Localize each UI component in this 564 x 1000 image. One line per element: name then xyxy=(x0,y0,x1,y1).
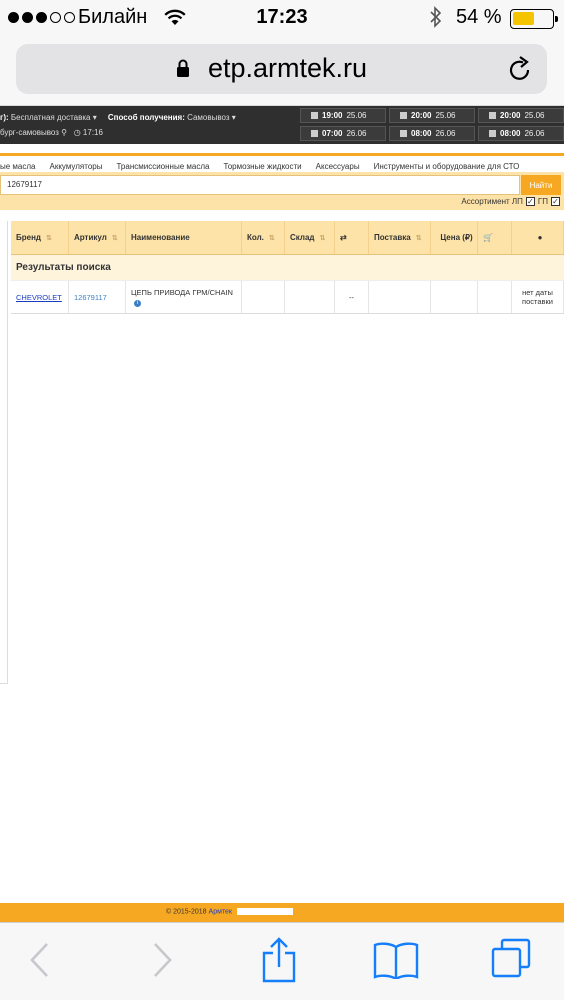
table-header: Бренд ⇅ Артикул ⇅ Наименование Кол. ⇅ Склад… xyxy=(11,221,564,255)
forward-icon[interactable] xyxy=(150,941,174,979)
people-icon xyxy=(489,130,496,137)
battery-icon xyxy=(510,9,558,29)
nav-item-oils[interactable]: ые масла xyxy=(0,162,36,171)
clock-icon: ◷ xyxy=(73,128,81,137)
back-icon[interactable] xyxy=(28,941,52,979)
item-info-icon[interactable]: i xyxy=(134,299,141,307)
top-info-bar: г): Бесплатная доставка ▾ Способ получен… xyxy=(0,106,564,144)
delivery-schedule: 19:00 25.06 20:00 25.06 20:00 25.06 07:00 26… xyxy=(300,108,564,142)
cart-icon: 🛒 xyxy=(483,233,493,242)
nav-item-tools[interactable]: Инструменты и оборудование для СТО xyxy=(374,162,520,171)
repeat-icon: ⇄ xyxy=(340,233,347,242)
search-button[interactable]: Найти xyxy=(521,175,561,195)
delivery-prefix: г): xyxy=(0,113,9,122)
url-text: etp.armtek.ru xyxy=(208,53,368,83)
col-delivery[interactable]: Поставка ⇅ xyxy=(369,221,431,254)
col-cart: 🛒 xyxy=(478,221,512,254)
truck-icon xyxy=(311,130,318,137)
tabs-icon[interactable] xyxy=(490,937,532,979)
brand-link[interactable]: CHEVROLET xyxy=(16,293,62,302)
nav-item-brake-fluids[interactable]: Тормозные жидкости xyxy=(223,162,301,171)
delivery-tile[interactable]: 20:00 25.06 xyxy=(389,108,475,123)
col-info: ● xyxy=(512,221,564,254)
item-name: ЦЕПЬ ПРИВОДА ГРМ/CHAINi xyxy=(131,287,233,307)
left-panel xyxy=(0,221,8,684)
browser-address-area: etp.armtek.ru xyxy=(0,36,564,106)
map-pin-icon: ⚲ xyxy=(61,128,68,137)
location-text[interactable]: бург-самовывоз xyxy=(0,128,59,137)
nav-item-batteries[interactable]: Аккумуляторы xyxy=(50,162,103,171)
status-bar: Билайн 17:23 54 % xyxy=(0,0,564,36)
delivery-select[interactable]: Бесплатная доставка ▾ xyxy=(11,113,97,122)
delivery-tile[interactable]: 19:00 25.06 xyxy=(300,108,386,123)
gp-label: ГП xyxy=(537,197,548,206)
col-name: Наименование xyxy=(126,221,242,254)
share-icon[interactable] xyxy=(260,937,298,983)
sort-icon: ⇅ xyxy=(319,234,326,242)
copyright: © 2015-2018 xyxy=(166,908,207,916)
page-footer: © 2015-2018 Армтек xyxy=(0,903,564,922)
people-icon xyxy=(489,112,496,119)
footer-badge xyxy=(236,908,293,915)
col-warehouse[interactable]: Склад ⇅ xyxy=(285,221,335,254)
assortment-filters: Ассортимент ЛП ✓ ГП ✓ xyxy=(461,197,560,206)
receive-select[interactable]: Самовывоз ▾ xyxy=(187,113,236,122)
delivery-note: нет даты поставки xyxy=(522,288,553,306)
address-bar[interactable]: etp.armtek.ru xyxy=(16,44,547,94)
footer-link[interactable]: Армтек xyxy=(209,908,232,915)
table-row: CHEVROLET 12679117 ЦЕПЬ ПРИВОДА ГРМ/CHAI… xyxy=(11,281,564,314)
results-table: Бренд ⇅ Артикул ⇅ Наименование Кол. ⇅ Склад… xyxy=(11,221,564,314)
sort-icon: ⇅ xyxy=(415,234,422,242)
gp-checkbox[interactable]: ✓ xyxy=(551,197,560,206)
truck-icon xyxy=(400,112,407,119)
col-repeat[interactable]: ⇄ xyxy=(335,221,369,254)
assortment-lp-checkbox[interactable]: ✓ xyxy=(525,197,535,206)
location-time: 17:16 xyxy=(82,128,103,137)
lock-icon xyxy=(177,59,189,77)
sort-icon: ⇅ xyxy=(268,234,275,242)
col-qty[interactable]: Кол. ⇅ xyxy=(242,221,285,254)
nav-item-transmission-oils[interactable]: Трансмиссионные масла xyxy=(116,162,209,171)
receive-label: Способ получения: xyxy=(107,113,185,122)
search-input[interactable]: 12679117 xyxy=(0,175,520,195)
delivery-tile[interactable]: 08:00 26.06 xyxy=(478,126,564,141)
delivery-tile[interactable]: 08:00 26.06 xyxy=(389,126,475,141)
delivery-tile[interactable]: 07:00 26.06 xyxy=(300,126,386,141)
nav-item-accessories[interactable]: Аксессуары xyxy=(316,162,360,171)
article-link[interactable]: 12679117 xyxy=(74,293,107,302)
assortment-lp-label: Ассортимент ЛП xyxy=(461,197,523,206)
col-price[interactable]: Цена (₽) xyxy=(431,221,478,254)
bluetooth-icon xyxy=(430,6,442,28)
browser-toolbar xyxy=(0,922,564,1000)
col-article[interactable]: Артикул ⇅ xyxy=(69,221,126,254)
truck-icon xyxy=(311,112,318,119)
sort-icon: ⇅ xyxy=(111,234,118,242)
battery-percent: 54 % xyxy=(456,6,502,28)
col-brand[interactable]: Бренд ⇅ xyxy=(11,221,69,254)
reload-icon[interactable] xyxy=(508,56,532,82)
results-group-title: Результаты поиска xyxy=(11,255,564,281)
web-page: г): Бесплатная доставка ▾ Способ получен… xyxy=(0,106,564,922)
truck-icon xyxy=(400,130,407,137)
bookmarks-icon[interactable] xyxy=(372,941,420,979)
info-icon: ● xyxy=(537,233,543,242)
sort-icon: ⇅ xyxy=(46,234,52,242)
repeat-value: -- xyxy=(349,292,354,302)
delivery-tile[interactable]: 20:00 25.06 xyxy=(478,108,564,123)
search-bar: 12679117 Найти Ассортимент ЛП ✓ ГП ✓ xyxy=(0,172,564,210)
